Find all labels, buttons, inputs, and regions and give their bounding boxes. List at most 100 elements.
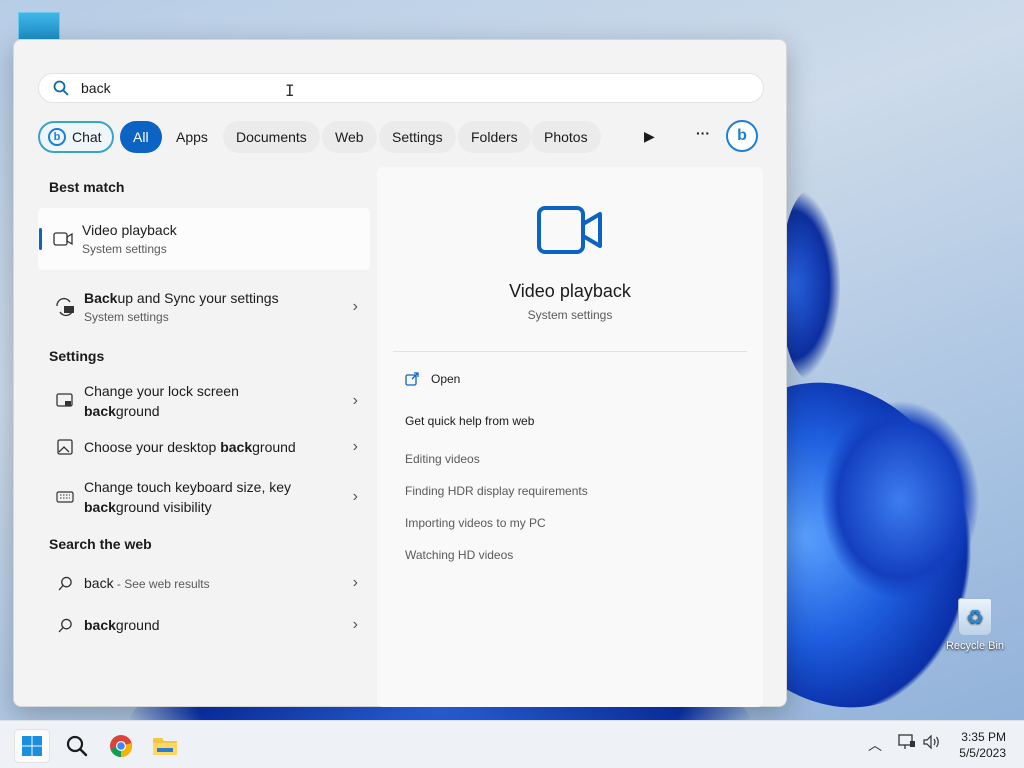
result-title-rest: ground (252, 439, 296, 455)
taskbar: ︿ 3:35 PM 5/5/2023 (0, 720, 1024, 768)
chevron-right-icon: › (352, 616, 358, 633)
match-highlight: back (84, 403, 116, 419)
clock-date: 5/5/2023 (959, 746, 1006, 760)
search-icon (54, 576, 76, 591)
help-link[interactable]: Watching HD videos (405, 548, 513, 562)
volume-icon[interactable] (922, 734, 942, 753)
chevron-right-icon: › (352, 298, 358, 315)
result-title-rest: ground (115, 403, 160, 419)
quick-help-heading: Get quick help from web (405, 414, 535, 428)
result-title: Choose your desktop (84, 439, 221, 455)
picture-icon (54, 439, 76, 455)
result-subtitle: System settings (84, 310, 169, 324)
result-title: Video playback (82, 222, 177, 238)
search-icon (54, 618, 76, 633)
preview-title: Video playback (509, 281, 631, 301)
more-options-icon[interactable]: ··· (696, 125, 710, 141)
recycle-bin[interactable]: ♻ Recycle Bin (942, 598, 1008, 652)
clock-time: 3:35 PM (961, 730, 1006, 744)
result-title-rest: ground visibility (115, 499, 212, 515)
search-taskbar-button[interactable] (59, 729, 95, 763)
result-title: Change your lock screen (84, 383, 239, 399)
wallpaper-bloom (780, 190, 840, 380)
result-title: up and Sync your settings (117, 290, 279, 306)
search-input[interactable] (81, 80, 681, 96)
chrome-button[interactable] (103, 729, 139, 763)
section-best-match: Best match (49, 179, 125, 195)
filter-apps-label: Apps (176, 129, 208, 145)
result-touch-keyboard-background[interactable]: Change touch keyboard size, key backgrou… (40, 468, 370, 526)
chevron-up-icon[interactable]: ︿ (868, 735, 882, 755)
filter-web-label: Web (335, 129, 364, 145)
help-link[interactable]: Finding HDR display requirements (405, 484, 588, 498)
web-result-background[interactable]: background › (40, 604, 370, 646)
file-explorer-button[interactable] (147, 729, 183, 763)
start-button[interactable] (14, 729, 50, 763)
keyboard-icon (54, 491, 76, 503)
web-query-rest: ground (115, 617, 160, 633)
match-highlight: back (220, 439, 253, 455)
windows-logo-icon (22, 736, 42, 756)
search-icon (53, 80, 69, 96)
system-clock[interactable]: 3:35 PM 5/5/2023 (959, 729, 1006, 761)
chevron-right-icon: › (352, 574, 358, 591)
filter-chat[interactable]: b Chat (38, 121, 114, 153)
filter-folders[interactable]: Folders (458, 121, 531, 153)
match-highlight: back (84, 499, 116, 515)
search-icon (66, 735, 88, 757)
filter-chat-label: Chat (72, 129, 102, 145)
divider (393, 351, 747, 352)
desktop-icon[interactable] (18, 12, 60, 40)
filter-folders-label: Folders (471, 129, 518, 145)
open-button[interactable]: Open (405, 372, 460, 386)
section-search-web: Search the web (49, 536, 152, 552)
chevron-right-icon: › (352, 438, 358, 455)
help-link[interactable]: Editing videos (405, 452, 480, 466)
search-panel: I b Chat All Apps Documents Web Settings… (13, 39, 787, 707)
result-lock-screen-background[interactable]: Change your lock screen background › (40, 376, 370, 426)
match-highlight: back (84, 617, 116, 633)
result-backup-sync[interactable]: Backup and Sync your settings System set… (40, 276, 370, 338)
network-icon[interactable] (898, 734, 916, 753)
filter-documents-label: Documents (236, 129, 307, 145)
open-external-icon (405, 372, 419, 386)
wallpaper-bloom (820, 400, 980, 600)
chevron-right-icon: › (352, 488, 358, 505)
search-box[interactable]: I (38, 73, 764, 103)
open-label: Open (431, 372, 461, 386)
filter-bar: b Chat All Apps Documents Web Settings F… (38, 120, 768, 154)
bing-chat-icon: b (48, 128, 66, 146)
recycle-bin-icon: ♻ (958, 598, 992, 636)
chevron-right-icon: › (352, 392, 358, 409)
folder-icon (153, 738, 177, 755)
web-result-back[interactable]: back - See web results › (40, 562, 370, 604)
sync-icon (54, 297, 76, 317)
filter-documents[interactable]: Documents (223, 121, 320, 153)
bing-icon[interactable]: b (726, 120, 758, 152)
play-more-filters-icon[interactable]: ▶ (644, 128, 655, 145)
result-title: Change touch keyboard size, key (84, 479, 292, 495)
lock-screen-icon (54, 393, 76, 409)
filter-photos-label: Photos (544, 129, 588, 145)
help-link[interactable]: Importing videos to my PC (405, 516, 546, 530)
filter-photos[interactable]: Photos (531, 121, 601, 153)
results-list: Best match Video playback System setting… (38, 175, 370, 646)
preview-subtitle: System settings (527, 308, 613, 322)
filter-apps[interactable]: Apps (163, 121, 221, 153)
filter-web[interactable]: Web (322, 121, 377, 153)
section-settings: Settings (49, 348, 105, 364)
preview-pane: Video playback System settings Open Get … (377, 167, 763, 707)
filter-all-label: All (133, 129, 149, 145)
filter-all[interactable]: All (120, 121, 162, 153)
video-camera-icon (537, 205, 603, 260)
match-highlight: Back (84, 290, 118, 306)
filter-settings[interactable]: Settings (379, 121, 456, 153)
result-desktop-background[interactable]: Choose your desktop background › (40, 426, 370, 468)
text-cursor-icon: I (285, 81, 295, 100)
result-video-playback[interactable]: Video playback System settings (38, 208, 370, 270)
web-results-hint: - See web results (113, 576, 210, 591)
result-subtitle: System settings (82, 242, 167, 256)
recycle-bin-label: Recycle Bin (945, 640, 1005, 652)
video-camera-icon (52, 231, 74, 247)
web-query: back (84, 574, 114, 591)
